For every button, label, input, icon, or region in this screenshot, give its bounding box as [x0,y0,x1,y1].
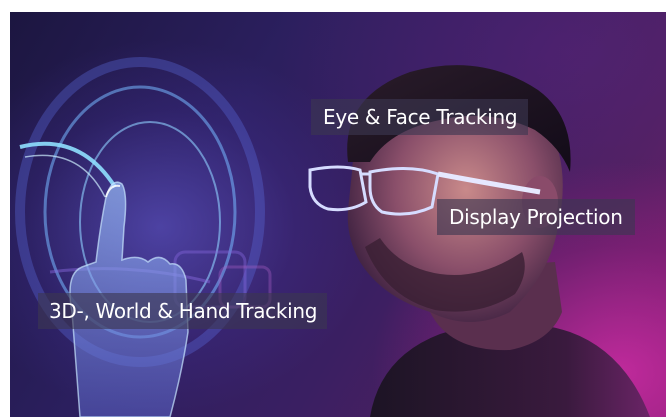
display-projection-label: Display Projection [437,199,635,235]
eye-face-tracking-label: Eye & Face Tracking [311,99,529,135]
world-hand-tracking-label: 3D-, World & Hand Tracking [38,293,328,329]
hero-image-frame: Eye & Face Tracking Display Projection 3… [0,0,666,417]
smart-glasses-photo: Eye & Face Tracking Display Projection 3… [10,12,666,417]
